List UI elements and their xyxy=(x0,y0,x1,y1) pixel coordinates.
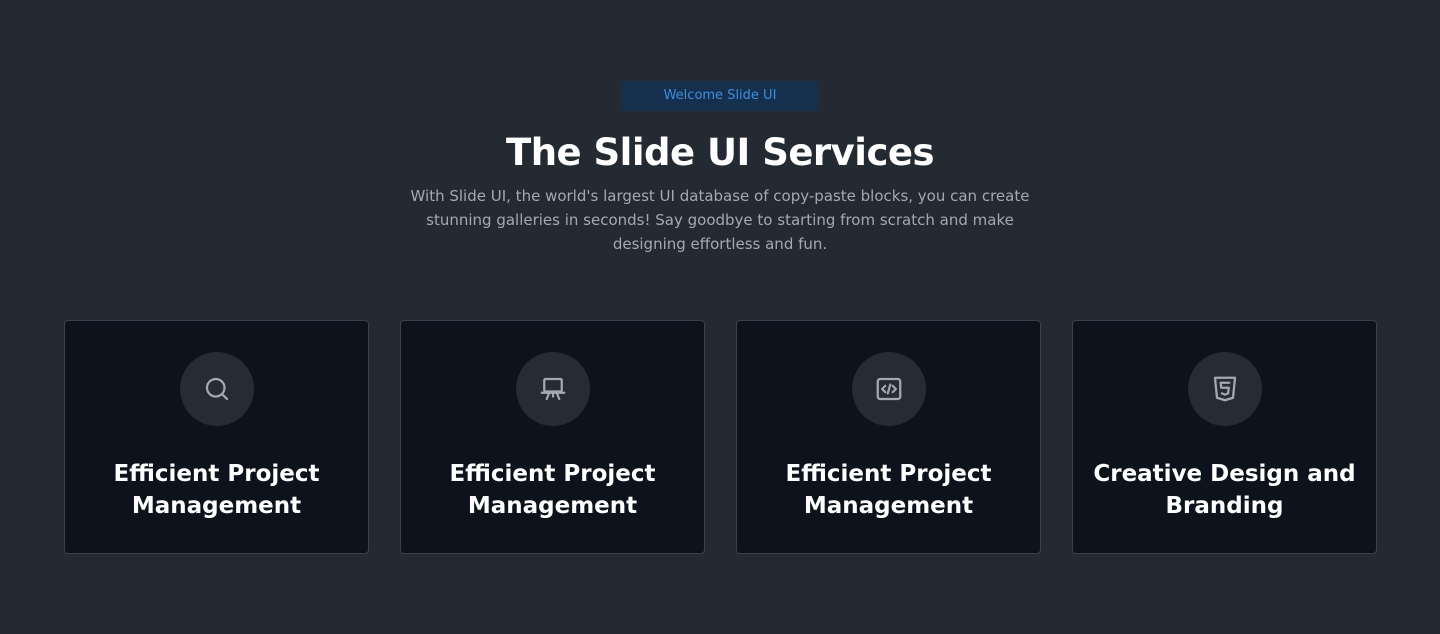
card-title: Efficient Project Management xyxy=(113,461,320,519)
service-card[interactable]: Efficient Project Management xyxy=(400,320,705,554)
icon-circle xyxy=(852,352,926,426)
page-subtitle: With Slide UI, the world's largest UI da… xyxy=(410,187,1030,253)
badge: Welcome Slide UI xyxy=(622,81,818,111)
service-card[interactable]: Efficient Project Management xyxy=(736,320,1041,554)
html5-icon xyxy=(1213,376,1237,402)
code-icon xyxy=(876,377,902,401)
icon-circle xyxy=(1188,352,1262,426)
card-title: Creative Design and Branding xyxy=(1093,461,1356,519)
card-title: Efficient Project Management xyxy=(785,461,992,519)
page-title: The Slide UI Services xyxy=(505,131,935,174)
card-title: Efficient Project Management xyxy=(449,461,656,519)
services-grid: Efficient Project Management Efficient P… xyxy=(64,320,1377,554)
presentation-icon xyxy=(540,377,566,401)
service-card[interactable]: Efficient Project Management xyxy=(64,320,369,554)
service-card[interactable]: Creative Design and Branding xyxy=(1072,320,1377,554)
icon-circle xyxy=(180,352,254,426)
search-icon xyxy=(205,377,229,401)
icon-circle xyxy=(516,352,590,426)
